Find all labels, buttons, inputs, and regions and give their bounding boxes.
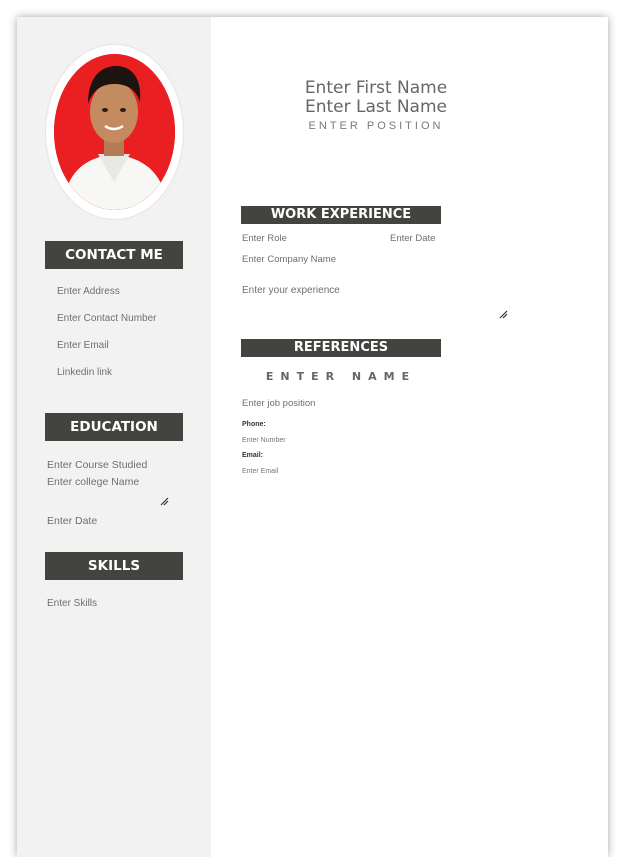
profile-photo [54, 54, 175, 210]
phone-label: Phone: [242, 421, 266, 428]
reference-email-field[interactable]: Enter Email [242, 468, 278, 475]
sidebar: CONTACT ME Enter Address Enter Contact N… [17, 17, 211, 857]
resize-handle-icon[interactable] [160, 497, 169, 506]
references-heading: REFERENCES [241, 339, 441, 357]
first-name-field[interactable]: Enter First Name [251, 79, 501, 98]
reference-phone-field[interactable]: Enter Number [242, 437, 286, 444]
email-label: Email: [242, 452, 264, 459]
college-field[interactable]: Enter college Name [47, 476, 139, 488]
course-field[interactable]: Enter Course Studied [47, 459, 147, 471]
reference-name-field[interactable]: ENTER NAME [241, 370, 441, 383]
reference-job-position-field[interactable]: Enter job position [242, 398, 315, 409]
address-field[interactable]: Enter Address [57, 286, 120, 297]
email-field[interactable]: Enter Email [57, 340, 109, 351]
skills-heading: SKILLS [45, 552, 183, 580]
work-experience-heading: WORK EXPERIENCE [241, 206, 441, 224]
skills-field[interactable]: Enter Skills [47, 598, 97, 609]
education-heading: EDUCATION [45, 413, 183, 441]
contact-heading: CONTACT ME [45, 241, 183, 269]
resize-handle-icon[interactable] [499, 310, 508, 319]
last-name-field[interactable]: Enter Last Name [251, 98, 501, 117]
role-field[interactable]: Enter Role [242, 233, 287, 244]
contact-number-field[interactable]: Enter Contact Number [57, 313, 157, 324]
linkedin-field[interactable]: Linkedin link [57, 367, 112, 378]
work-date-field[interactable]: Enter Date [390, 233, 435, 244]
education-date-field[interactable]: Enter Date [47, 515, 97, 527]
resume-sheet: CONTACT ME Enter Address Enter Contact N… [17, 17, 608, 857]
experience-field[interactable]: Enter your experience [242, 285, 340, 296]
position-field[interactable]: ENTER POSITION [251, 120, 501, 132]
name-header: Enter First Name Enter Last Name ENTER P… [251, 79, 501, 133]
profile-photo-frame[interactable] [46, 45, 183, 219]
profile-photo-image [54, 54, 175, 210]
company-name-field[interactable]: Enter Company Name [242, 254, 336, 265]
